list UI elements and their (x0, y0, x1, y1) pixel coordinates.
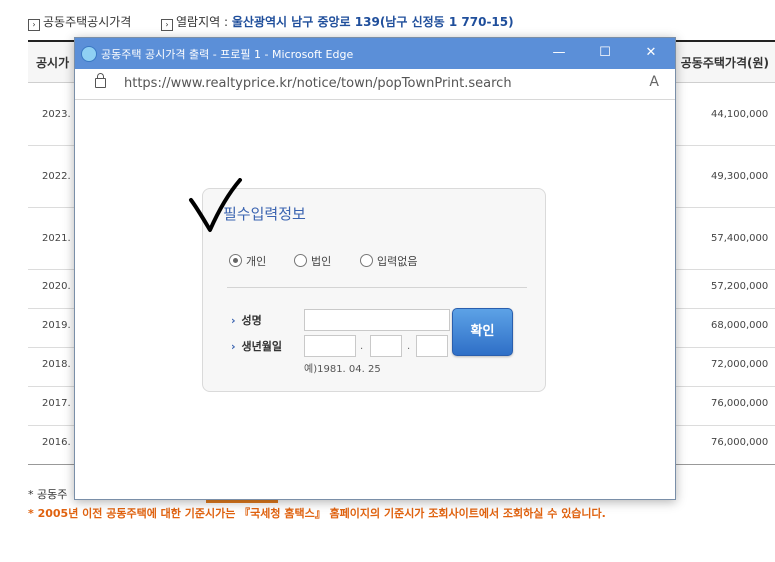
row-year: 2018. (42, 359, 71, 370)
date-separator: . (407, 341, 411, 352)
window-titlebar[interactable]: 공동주택 공시가격 출력 - 프로필 1 - Microsoft Edge — … (75, 38, 675, 69)
radio-label: 입력없음 (377, 255, 418, 268)
chevron-right-icon: › (231, 340, 236, 353)
row-price: 57,200,000 (711, 281, 769, 292)
row-year: 2019. (42, 320, 71, 331)
required-info-card: 필수입력정보 개인 법인 입력없음 › 성명 › 생년월일 . . 예)1981. … (202, 188, 546, 392)
row-price: 72,000,000 (711, 359, 769, 370)
edge-browser-icon (81, 46, 97, 62)
row-year: 2017. (42, 398, 71, 409)
maximize-button[interactable]: ☐ (595, 44, 615, 62)
url-text[interactable]: https://www.realtyprice.kr/notice/town/p… (124, 76, 512, 91)
row-price: 49,300,000 (711, 171, 769, 182)
read-aloud-icon[interactable]: A (649, 74, 659, 90)
close-button[interactable]: ✕ (641, 44, 661, 62)
row-price: 57,400,000 (711, 233, 769, 244)
radio-unchecked-icon[interactable] (360, 254, 373, 267)
divider (227, 287, 527, 288)
birth-day-input[interactable] (416, 335, 448, 357)
footnote: * 공동주 (28, 488, 68, 501)
location-label: 열람지역 : (175, 15, 229, 29)
radio-label: 개인 (246, 255, 267, 268)
row-year: 2023. (42, 109, 71, 120)
radio-unchecked-icon[interactable] (294, 254, 307, 267)
col-year-header: 공시가 (36, 56, 70, 70)
radio-none[interactable]: 입력없음 (360, 253, 417, 269)
row-year: 2021. (42, 233, 71, 244)
name-label: › 성명 (231, 314, 262, 327)
name-input[interactable] (304, 309, 450, 331)
row-year: 2016. (42, 437, 71, 448)
radio-checked-icon[interactable] (229, 254, 242, 267)
lock-icon[interactable] (95, 73, 106, 88)
row-price: 76,000,000 (711, 398, 769, 409)
breadcrumb: › 공동주택공시가격 › 열람지역 : 울산광역시 남구 중앙로 139(남구 신정… (28, 13, 514, 31)
price-link[interactable]: 공동주택공시가격 (43, 15, 131, 29)
arrow-box-icon: › (28, 19, 40, 31)
warning-note: * 2005년 이전 공동주택에 대한 기준시가는 『국세청 홈택스』 홈페이지… (28, 507, 606, 520)
handwritten-check-mark (189, 178, 242, 232)
radio-individual[interactable]: 개인 (229, 253, 266, 269)
birth-label: › 생년월일 (231, 340, 283, 353)
col-price-header: 공동주택가격(원) (680, 56, 769, 70)
row-year: 2022. (42, 171, 71, 182)
minimize-button[interactable]: — (549, 44, 569, 62)
location-value: 울산광역시 남구 중앙로 139(남구 신정동 1 770-15) (231, 15, 514, 29)
window-title: 공동주택 공시가격 출력 - 프로필 1 - Microsoft Edge (101, 48, 354, 61)
birth-year-input[interactable] (304, 335, 356, 357)
row-price: 76,000,000 (711, 437, 769, 448)
address-bar[interactable]: https://www.realtyprice.kr/notice/town/p… (75, 69, 675, 100)
radio-label: 법인 (311, 255, 332, 268)
birth-example: 예)1981. 04. 25 (304, 364, 381, 375)
arrow-box-icon: › (160, 19, 173, 31)
chevron-right-icon: › (231, 314, 236, 327)
row-year: 2020. (42, 281, 71, 292)
row-price: 68,000,000 (711, 320, 769, 331)
row-price: 44,100,000 (711, 109, 769, 120)
confirm-button[interactable]: 확인 (452, 308, 513, 356)
birth-month-input[interactable] (370, 335, 402, 357)
date-separator: . (360, 341, 364, 352)
radio-corporation[interactable]: 법인 (294, 253, 331, 269)
